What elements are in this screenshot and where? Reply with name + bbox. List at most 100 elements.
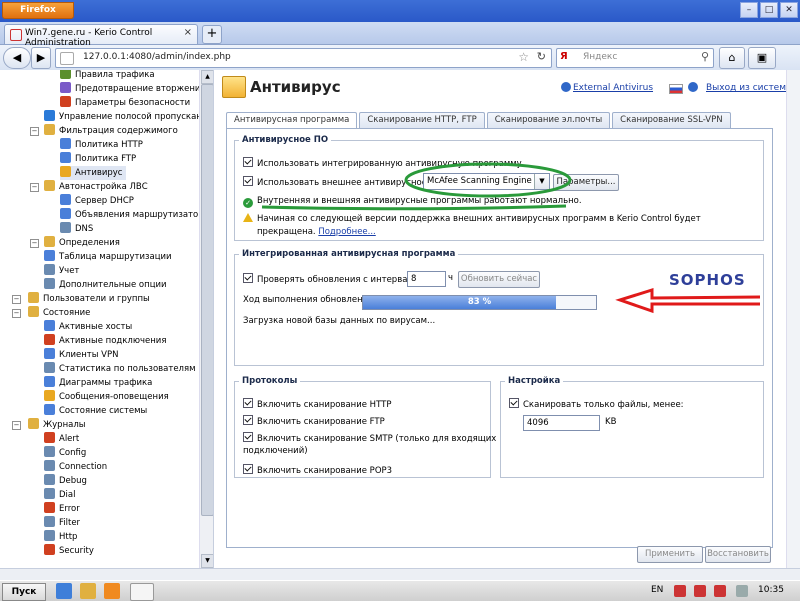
- tree-item[interactable]: Debug: [44, 474, 87, 488]
- scan-ftp-row[interactable]: Включить сканирование FTP: [243, 415, 385, 427]
- explorer-icon[interactable]: [80, 583, 96, 599]
- bookmark-star-icon[interactable]: ☆: [518, 50, 529, 64]
- forward-button[interactable]: ▶: [31, 47, 51, 69]
- minimize-icon[interactable]: –: [740, 2, 758, 18]
- tree-item[interactable]: Таблица маршрутизации: [44, 250, 172, 264]
- tree-expander-icon[interactable]: −: [30, 183, 39, 192]
- scan-http-checkbox[interactable]: [243, 398, 253, 408]
- tree-item[interactable]: Error: [44, 502, 80, 516]
- tray-kerio-icon[interactable]: [674, 585, 686, 597]
- language-indicator[interactable]: EN: [651, 585, 663, 595]
- check-updates-row[interactable]: Проверять обновления с интервалом: [243, 273, 424, 285]
- tree-expander-icon[interactable]: −: [30, 127, 39, 136]
- tree-item[interactable]: Управление полосой пропускания и: [44, 110, 213, 124]
- tab-email-scanning[interactable]: Сканирование эл.почты: [486, 112, 611, 128]
- tree-item[interactable]: Статистика по пользователям: [44, 362, 196, 376]
- tree-item[interactable]: Сервер DHCP: [60, 194, 134, 208]
- tree-item[interactable]: Предотвращение вторжения: [60, 82, 206, 96]
- start-button[interactable]: Пуск: [2, 583, 46, 601]
- bookmarks-menu-button[interactable]: ▣: [748, 47, 776, 69]
- tree-item[interactable]: Определения: [44, 236, 120, 250]
- tree-item[interactable]: Активные хосты: [44, 320, 132, 334]
- tree-item[interactable]: Автонастройка ЛВС: [44, 180, 148, 194]
- scan-smtp-row[interactable]: Включить сканирование SMTP (только для в…: [243, 432, 496, 444]
- tree-item[interactable]: Фильтрация содержимого: [44, 124, 178, 138]
- reload-icon[interactable]: ↻: [537, 50, 546, 63]
- scan-pop3-row[interactable]: Включить сканирование POP3: [243, 464, 392, 476]
- tree-item[interactable]: Параметры безопасности: [60, 96, 190, 110]
- main-scrollbar[interactable]: [786, 70, 800, 568]
- scan-size-row[interactable]: Сканировать только файлы, менее:: [509, 398, 684, 410]
- external-antivirus-link[interactable]: External Antivirus: [573, 83, 693, 93]
- tree-scrollbar[interactable]: ▲ ▼: [199, 70, 213, 568]
- chevron-down-icon[interactable]: ▼: [534, 174, 549, 189]
- scroll-down-icon[interactable]: ▼: [201, 554, 213, 568]
- maximize-icon[interactable]: □: [760, 2, 778, 18]
- tree-item[interactable]: Клиенты VPN: [44, 348, 118, 362]
- check-updates-checkbox[interactable]: [243, 273, 253, 283]
- tree-item[interactable]: Connection: [44, 460, 107, 474]
- search-engine-icon[interactable]: Я: [560, 51, 568, 62]
- back-button[interactable]: ◀: [3, 47, 31, 69]
- tree-item[interactable]: Security: [44, 544, 94, 558]
- tree-expander-icon[interactable]: −: [12, 309, 21, 318]
- tree-expander-icon[interactable]: −: [12, 421, 21, 430]
- search-icon[interactable]: ⚲: [701, 50, 709, 63]
- scan-pop3-checkbox[interactable]: [243, 464, 253, 474]
- use-integrated-checkbox[interactable]: [243, 157, 253, 167]
- tree-item[interactable]: Политика HTTP: [60, 138, 143, 152]
- address-bar[interactable]: 127.0.0.1:4080/admin/index.php ☆ ↻: [55, 48, 552, 68]
- scroll-thumb[interactable]: [201, 84, 213, 516]
- max-size-input[interactable]: 4096: [523, 415, 600, 431]
- more-details-link[interactable]: Подробнее...: [318, 227, 375, 237]
- tree-item[interactable]: Журналы: [28, 418, 86, 432]
- apply-button[interactable]: Применить: [637, 546, 703, 563]
- tab-ssl-vpn-scanning[interactable]: Сканирование SSL-VPN: [612, 112, 731, 128]
- tab-antivirus-program[interactable]: Антивирусная программа: [226, 112, 358, 129]
- tree-expander-icon[interactable]: −: [30, 239, 39, 248]
- new-tab-button[interactable]: +: [202, 25, 222, 44]
- search-box[interactable]: Я Яндекс ⚲: [556, 48, 714, 68]
- tray-shield-icon[interactable]: [694, 585, 706, 597]
- scan-ftp-checkbox[interactable]: [243, 415, 253, 425]
- tree-item[interactable]: Диаграммы трафика: [44, 376, 152, 390]
- update-now-button[interactable]: Обновить сейчас: [458, 271, 540, 288]
- firefox-taskbar-icon[interactable]: [130, 583, 154, 601]
- tree-item[interactable]: Политика FTP: [60, 152, 136, 166]
- external-antivirus-select[interactable]: McAfee Scanning Engine ▼: [423, 173, 550, 190]
- site-identity-icon[interactable]: [60, 52, 74, 65]
- firefox-menu-button[interactable]: Firefox: [2, 2, 74, 19]
- tree-item[interactable]: Состояние системы: [44, 404, 147, 418]
- tray-update-icon[interactable]: [714, 585, 726, 597]
- scan-http-row[interactable]: Включить сканирование HTTP: [243, 398, 391, 410]
- update-interval-input[interactable]: 8: [407, 271, 446, 287]
- tree-item[interactable]: Дополнительные опции: [44, 278, 167, 292]
- tree-item[interactable]: Alert: [44, 432, 79, 446]
- tree-item[interactable]: Состояние: [28, 306, 90, 320]
- tree-item[interactable]: Учет: [44, 264, 79, 278]
- restore-button[interactable]: Восстановить: [705, 546, 771, 563]
- tree-item[interactable]: Объявления маршрутизатора IP: [60, 208, 213, 222]
- tree-item[interactable]: Антивирус: [60, 166, 127, 180]
- scan-smtp-checkbox[interactable]: [243, 432, 253, 442]
- tree-item[interactable]: Сообщения-оповещения: [44, 390, 169, 404]
- tree-item[interactable]: Filter: [44, 516, 80, 530]
- tree-item[interactable]: Правила трафика: [60, 70, 155, 82]
- media-player-icon[interactable]: [104, 583, 120, 599]
- scroll-up-icon[interactable]: ▲: [201, 70, 213, 84]
- tree-item[interactable]: Пользователи и группы: [28, 292, 150, 306]
- use-external-row[interactable]: Использовать внешнее антивирусное ПО: [243, 176, 443, 188]
- tab-close-icon[interactable]: ×: [184, 27, 192, 38]
- use-external-checkbox[interactable]: [243, 176, 253, 186]
- close-icon[interactable]: ✕: [780, 2, 798, 18]
- use-integrated-row[interactable]: Использовать интегрированную антивирусну…: [243, 157, 522, 169]
- tree-expander-icon[interactable]: −: [12, 295, 21, 304]
- home-button[interactable]: ⌂: [719, 47, 745, 69]
- parameters-button[interactable]: Параметры...: [553, 174, 619, 191]
- browser-tab[interactable]: Win7.gene.ru - Kerio Control Administrat…: [4, 24, 198, 48]
- tree-item[interactable]: Dial: [44, 488, 75, 502]
- tree-item[interactable]: Config: [44, 446, 86, 460]
- tray-network-icon[interactable]: [736, 585, 748, 597]
- tree-item[interactable]: Активные подключения: [44, 334, 166, 348]
- tree-item[interactable]: Http: [44, 530, 77, 544]
